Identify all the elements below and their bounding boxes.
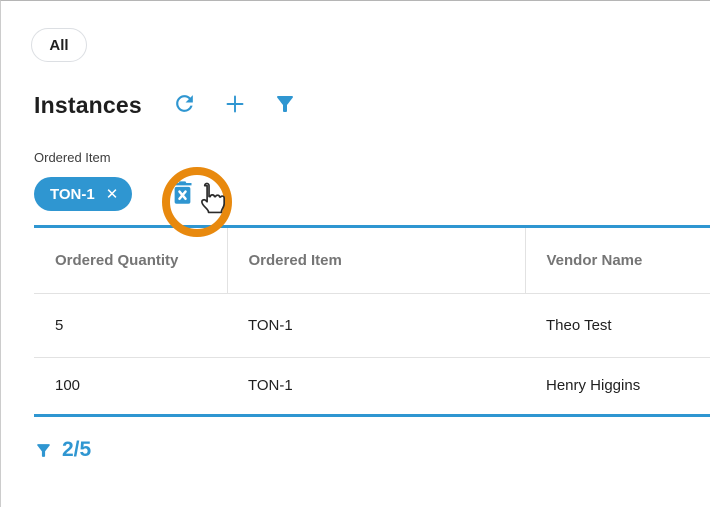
refresh-button[interactable] — [172, 91, 197, 119]
table-row[interactable]: 5 TON-1 Theo Test — [34, 293, 710, 357]
cell-ordered-quantity: 5 — [34, 293, 227, 357]
column-header-ordered-quantity: Ordered Quantity — [34, 228, 227, 293]
cell-ordered-item: TON-1 — [227, 293, 525, 357]
filter-icon — [273, 92, 297, 119]
filter-chip-label: TON-1 — [50, 186, 95, 203]
delete-filter-icon — [169, 179, 196, 209]
all-tab-label: All — [49, 37, 68, 54]
instances-table: Ordered Quantity Ordered Item Vendor Nam… — [34, 225, 710, 417]
active-filter-row: TON-1 ✕ — [34, 177, 710, 211]
cell-vendor-name: Henry Higgins — [525, 357, 710, 414]
add-button[interactable] — [223, 92, 247, 119]
table-header-row: Ordered Quantity Ordered Item Vendor Nam… — [34, 228, 710, 293]
footer-filter-icon — [34, 441, 53, 460]
column-header-vendor-name: Vendor Name — [525, 228, 710, 293]
all-tab-button[interactable]: All — [31, 28, 87, 62]
table-row[interactable]: 100 TON-1 Henry Higgins — [34, 357, 710, 414]
filter-count-badge: 2/5 — [62, 438, 91, 462]
page-title: Instances — [34, 92, 142, 119]
filter-field-label: Ordered Item — [34, 150, 710, 165]
chip-remove-icon[interactable]: ✕ — [106, 187, 119, 202]
top-filter-bar: All — [1, 1, 710, 62]
filter-button[interactable] — [273, 92, 297, 119]
cell-ordered-quantity: 100 — [34, 357, 227, 414]
page-header: Instances — [34, 91, 710, 119]
cell-vendor-name: Theo Test — [525, 293, 710, 357]
cell-ordered-item: TON-1 — [227, 357, 525, 414]
table-footer: 2/5 — [34, 438, 710, 462]
instances-page: All Instances — [0, 0, 710, 507]
filter-chip-ton1[interactable]: TON-1 ✕ — [34, 177, 132, 211]
refresh-icon — [172, 91, 197, 119]
clear-filter-button[interactable] — [169, 179, 196, 209]
plus-icon — [223, 92, 247, 119]
column-header-ordered-item: Ordered Item — [227, 228, 525, 293]
